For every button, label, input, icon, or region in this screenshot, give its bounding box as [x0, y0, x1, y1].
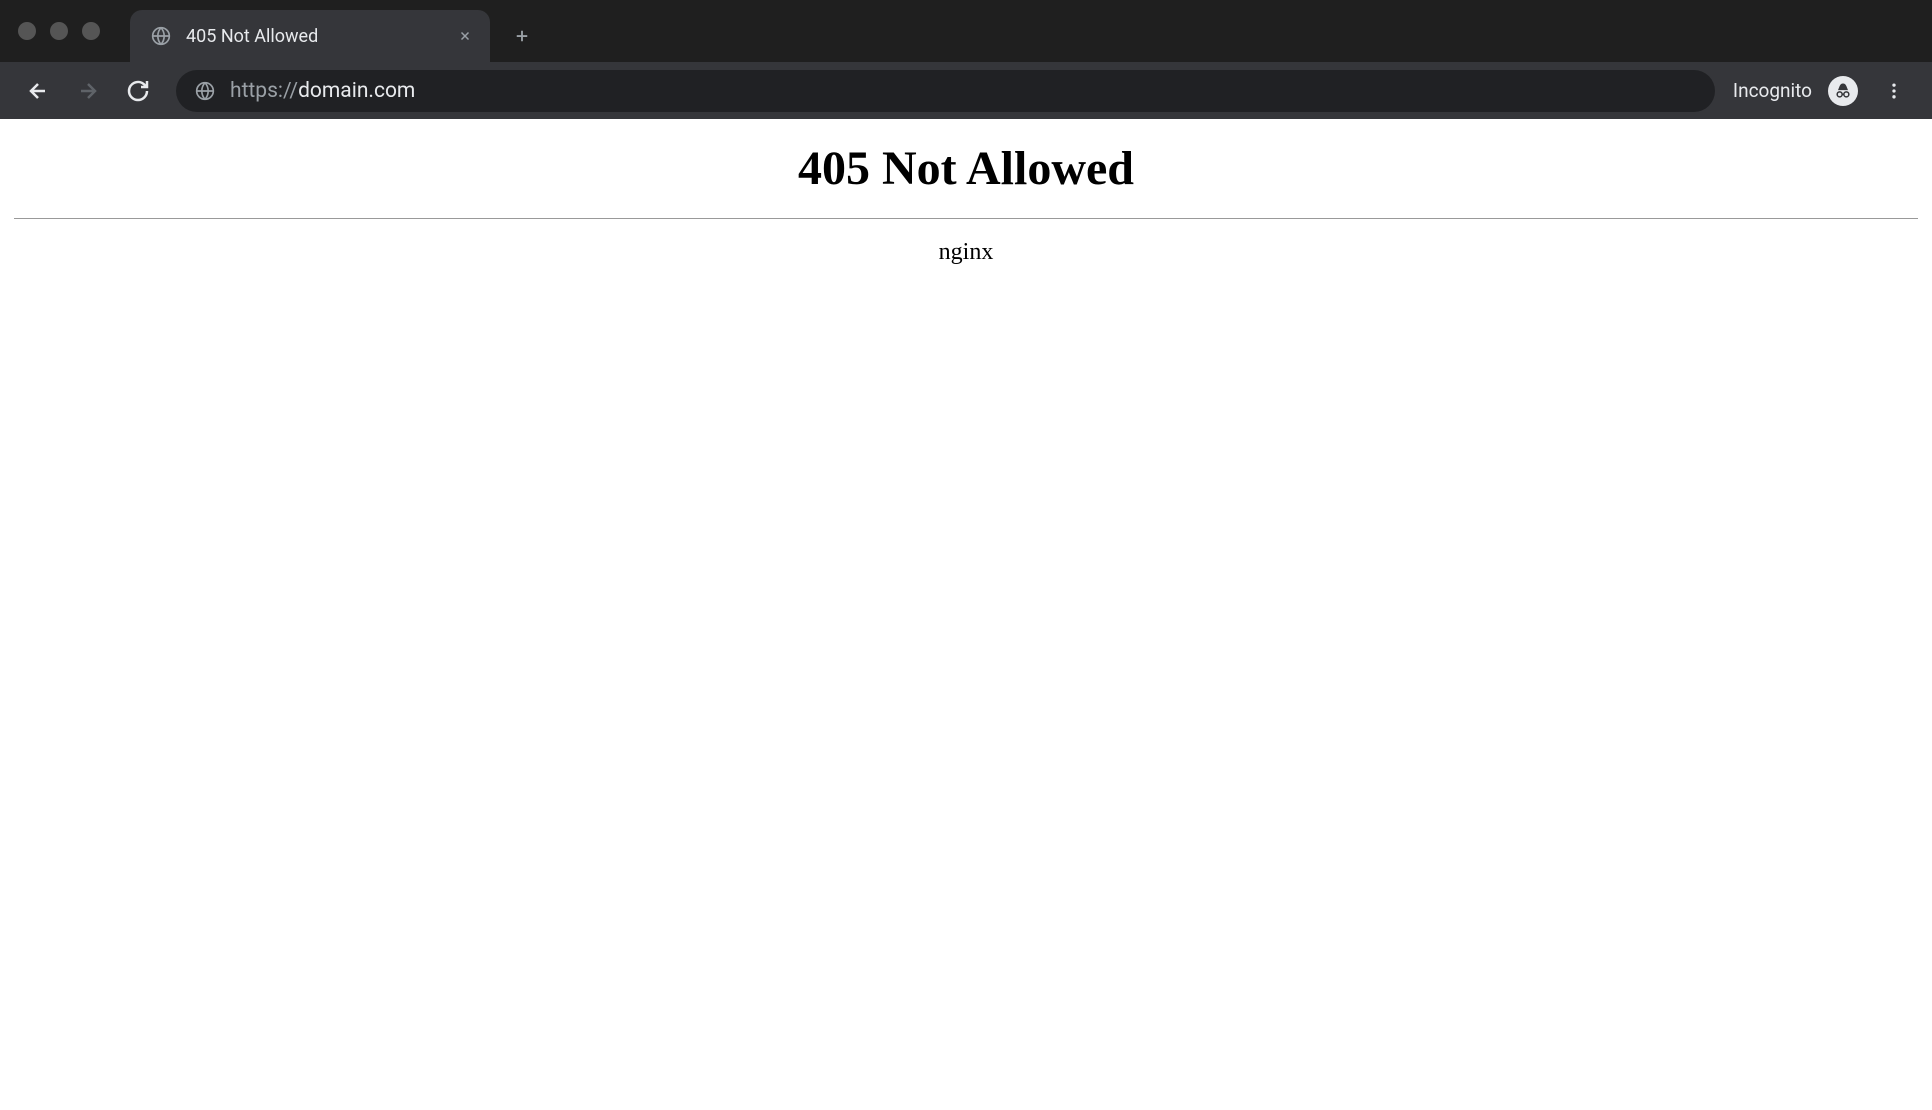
close-tab-button[interactable]	[454, 25, 476, 47]
minimize-window-button[interactable]	[50, 22, 68, 40]
reload-button[interactable]	[118, 71, 158, 111]
globe-icon	[150, 25, 172, 47]
new-tab-button[interactable]	[502, 16, 542, 56]
url-text: https://domain.com	[230, 79, 415, 103]
tab-title: 405 Not Allowed	[186, 26, 440, 47]
back-button[interactable]	[18, 71, 58, 111]
url-protocol: https://	[230, 79, 298, 103]
page-viewport: 405 Not Allowed nginx	[0, 119, 1932, 280]
browser-titlebar: 405 Not Allowed	[0, 0, 1932, 62]
browser-tab[interactable]: 405 Not Allowed	[130, 10, 490, 62]
site-info-icon[interactable]	[194, 80, 216, 102]
incognito-label: Incognito	[1733, 79, 1812, 102]
divider	[14, 218, 1918, 219]
maximize-window-button[interactable]	[82, 22, 100, 40]
error-heading: 405 Not Allowed	[14, 141, 1918, 196]
browser-toolbar: https://domain.com Incognito	[0, 62, 1932, 119]
address-bar[interactable]: https://domain.com	[176, 70, 1715, 112]
server-name: nginx	[14, 239, 1918, 266]
close-window-button[interactable]	[18, 22, 36, 40]
incognito-icon[interactable]	[1828, 76, 1858, 106]
forward-button[interactable]	[68, 71, 108, 111]
window-controls	[18, 22, 100, 40]
url-domain: domain.com	[298, 79, 415, 103]
browser-menu-button[interactable]	[1874, 71, 1914, 111]
tab-strip: 405 Not Allowed	[130, 0, 542, 62]
